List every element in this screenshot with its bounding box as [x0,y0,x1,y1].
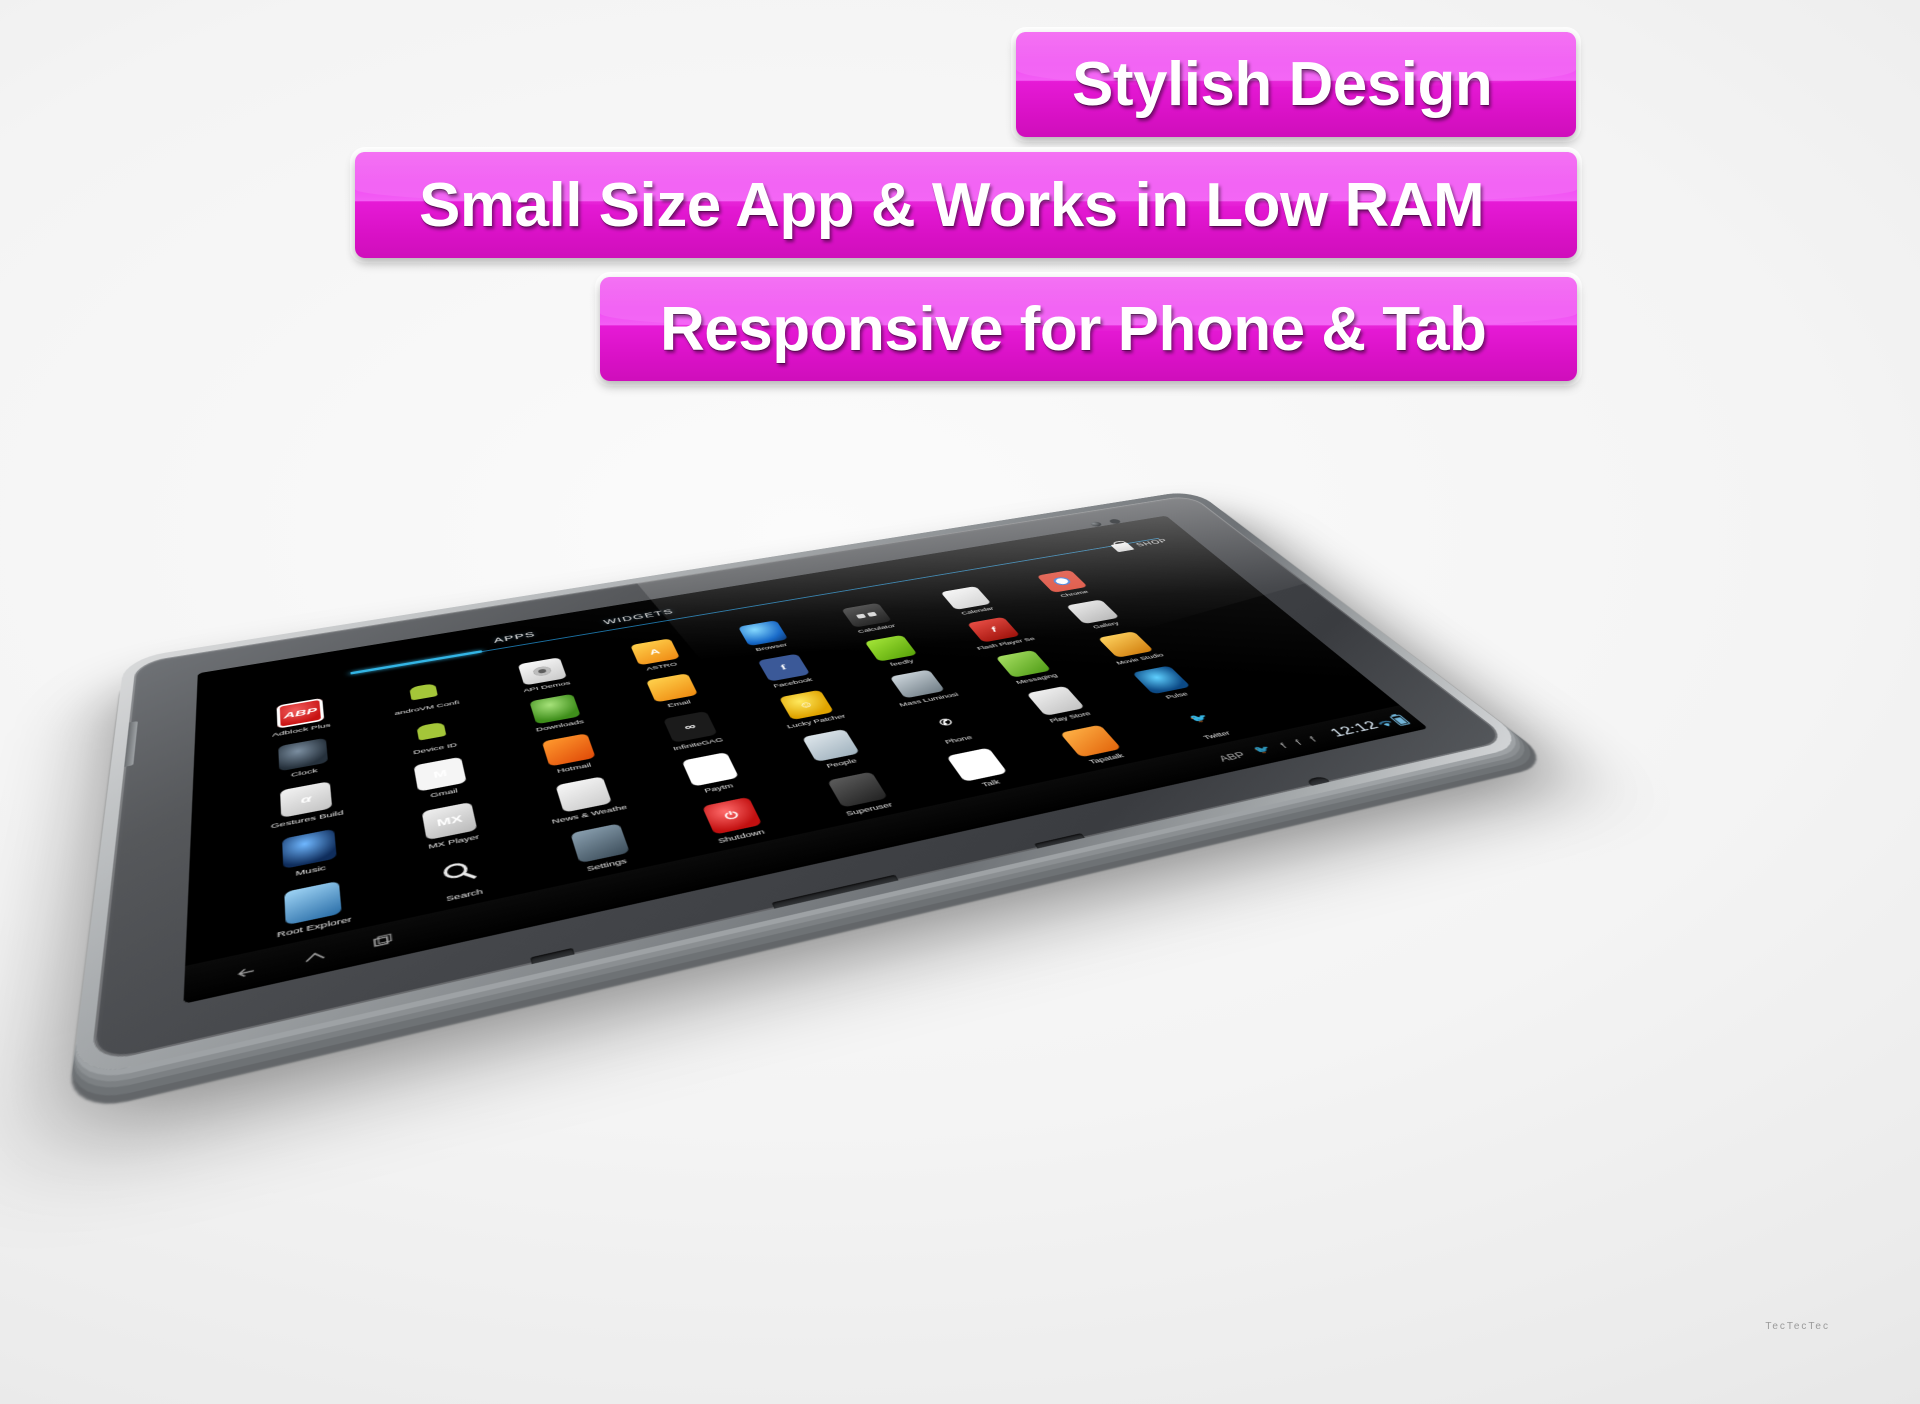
tab-widgets[interactable]: WIDGETS [602,608,675,627]
phone-icon: ✆ [917,707,975,738]
app-label: feedly [889,658,915,667]
home-icon[interactable] [300,946,330,967]
app-label: Phone [944,734,975,745]
movie-studio-icon [1097,631,1153,658]
tapatalk-icon [1060,725,1122,758]
facebook-status-icon[interactable]: f [1277,741,1289,750]
twitter-icon: 🐦 [1169,703,1231,734]
banner-text: Stylish Design [1072,49,1492,120]
app-label: Pulse [1164,691,1190,701]
app-label: Paytm [703,782,734,794]
talk-icon: talk [946,748,1007,782]
banner-text: Small Size App & Works in Low RAM [419,170,1484,241]
banner-stylish-design: Stylish Design [1016,32,1576,137]
clock-icon [278,738,328,772]
pulse-icon [1132,666,1191,695]
banner-text: Responsive for Phone & Tab [660,294,1486,365]
app-label: Gmail [430,787,459,799]
app-label: Twitter [1201,730,1232,741]
tab-active-indicator [350,650,482,674]
gmail-icon: M [414,757,467,792]
app-label: Music [295,864,326,878]
app-label: Email [666,699,692,709]
recents-icon[interactable] [368,931,398,952]
banner-small-size-app: Small Size App & Works in Low RAM [355,152,1577,258]
tablet-device-photo: APPS WIDGETS SHOP ABP Adblock Plus androVM… [0,330,1560,1400]
app-label: Gallery [1091,621,1120,630]
abp-status-icon[interactable]: ABP [1216,750,1248,764]
twitter-status-icon[interactable]: 🐦 [1251,744,1275,756]
app-label: People [825,757,858,769]
status-notification-icons[interactable]: ABP 🐦 f f f [1215,734,1319,764]
device-brand-caption: TecTecTec [1765,1321,1830,1332]
app-label: Talk [980,778,1002,788]
tablet-screen[interactable]: APPS WIDGETS SHOP ABP Adblock Plus androVM… [183,516,1428,1004]
superuser-icon [827,772,888,808]
tablet-bezel: APPS WIDGETS SHOP ABP Adblock Plus androVM… [91,495,1511,1065]
back-icon[interactable] [231,961,261,983]
app-label: Clock [291,767,318,778]
play-store-icon [1027,686,1086,716]
music-icon [282,829,337,869]
email-icon [646,673,698,702]
facebook-status-icon-3[interactable]: f [1306,734,1318,743]
facebook-status-icon-2[interactable]: f [1292,737,1304,746]
messaging-icon [996,650,1052,678]
tablet-body: APPS WIDGETS SHOP ABP Adblock Plus androVM… [71,490,1530,1081]
